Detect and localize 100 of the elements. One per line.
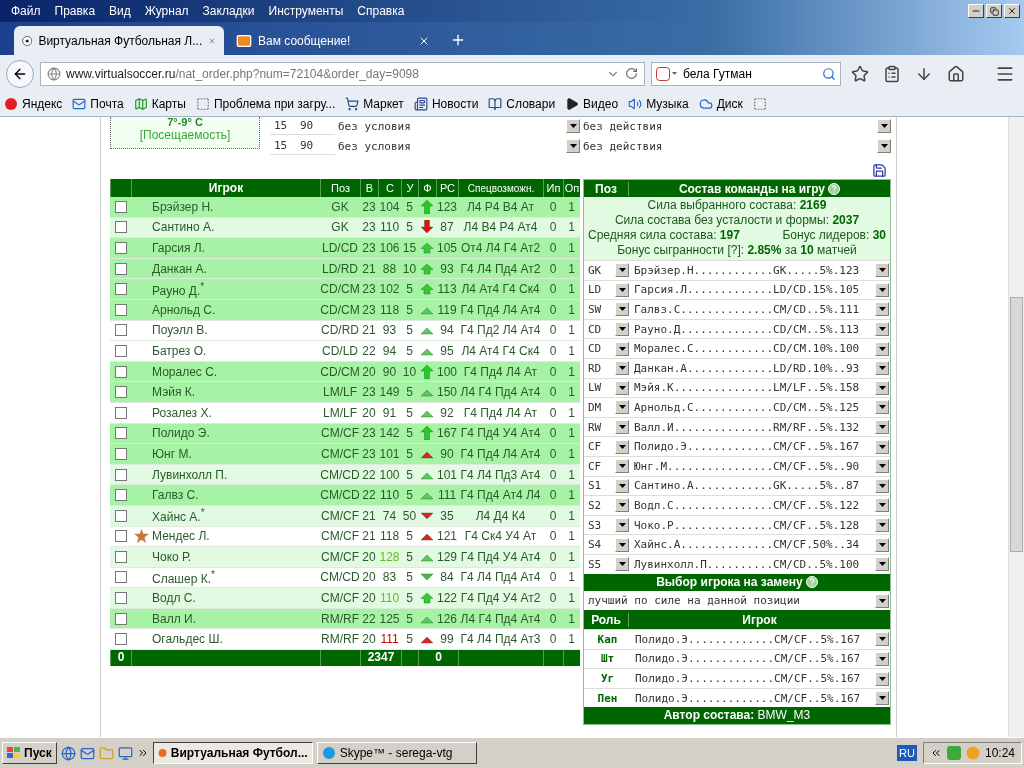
position-select[interactable]: S5: [585, 555, 629, 574]
player-select[interactable]: Сантино.А............GK.....5%..87: [631, 476, 889, 495]
checkbox[interactable]: [114, 447, 127, 460]
condition-select[interactable]: без условия: [335, 137, 580, 155]
player-row[interactable]: Брэйзер Н. GK 23 104 5 123 Л4 Р4 В4 Ат 0 1: [110, 197, 580, 218]
position-select[interactable]: DM: [585, 398, 629, 417]
position-select[interactable]: S1: [585, 476, 629, 495]
player-select[interactable]: Хайнс.А..............CM/CF.50%..34: [631, 535, 889, 554]
position-select[interactable]: SW: [585, 300, 629, 319]
position-select[interactable]: S3: [585, 516, 629, 534]
player-row[interactable]: Сантино А. GK 23 110 5 87 Л4 В4 Р4 Ат4 0 1: [110, 217, 580, 239]
bookmark-link[interactable]: Почта: [72, 97, 124, 111]
player-row[interactable]: Рауно Д.$^{*}$ CD/CM 23 102 5 113 Л4 Ат4 Г4 Ск4 0 1: [110, 279, 580, 300]
bookmark-link[interactable]: Проблема при загру...: [195, 97, 336, 111]
player-name[interactable]: Юнг М.: [152, 446, 320, 461]
new-tab-icon[interactable]: [450, 32, 466, 48]
player-row[interactable]: Мендес Л. CM/CF 21 118 5 121 Г4 Ск4 У4 Ат 0 1: [110, 526, 580, 548]
player-select[interactable]: Полидо.Э.............CM/CF..5%.167: [632, 669, 889, 688]
checkbox[interactable]: [114, 283, 127, 296]
checkbox[interactable]: [114, 406, 127, 419]
player-select[interactable]: Арнольд.С............CD/CM..5%.125: [631, 398, 889, 417]
checkbox[interactable]: [114, 550, 127, 563]
bookmark-link[interactable]: Словари: [488, 97, 556, 111]
dashed-square-icon[interactable]: [752, 97, 767, 111]
checkbox[interactable]: [114, 612, 127, 625]
reload-icon[interactable]: [625, 67, 638, 80]
player-select[interactable]: Мэйя.К...............LM/LF..5%.158: [631, 378, 889, 397]
player-select[interactable]: Данкан.А.............LD/RD.10%..93: [631, 359, 889, 378]
player-row[interactable]: Юнг М. CM/CF 23 101 5 90 Г4 Пд4 Л4 Ат4 0 1: [110, 444, 580, 465]
player-name[interactable]: Водл С.: [152, 591, 320, 606]
player-select[interactable]: Чоко.Р...............CM/CF..5%.128: [631, 516, 889, 534]
player-select[interactable]: Моралес.С............CD/CM.10%.100: [631, 339, 889, 358]
minimize-button[interactable]: [968, 4, 984, 18]
action-select[interactable]: без действия: [580, 117, 891, 135]
player-select[interactable]: Лувинхолл.П..........CM/CD..5%.100: [631, 555, 889, 574]
bookmark-link[interactable]: Маркет: [345, 97, 404, 111]
checkbox[interactable]: [114, 571, 127, 584]
player-row[interactable]: Моралес С. CD/CM 20 90 10 100 Г4 Пд4 Л4 Ат 0 1: [110, 361, 580, 383]
player-row[interactable]: Водл С. CM/CF 20 110 5 122 Г4 Пд4 У4 Ат2 0 1: [110, 588, 580, 609]
checkbox[interactable]: [114, 200, 127, 213]
substitution-select[interactable]: лучший по силе на данной позиции: [585, 591, 889, 611]
player-name[interactable]: Рауно Д.$^{*}$: [152, 280, 320, 298]
player-name[interactable]: Розалез Х.: [152, 405, 320, 420]
player-name[interactable]: Слашер К.$^{*}$: [152, 569, 320, 586]
bookmark-link[interactable]: Яндекс: [4, 97, 63, 111]
help-icon[interactable]: [828, 182, 841, 195]
scrollbar[interactable]: [1008, 117, 1024, 737]
player-name[interactable]: Валл И.: [152, 611, 320, 626]
player-name[interactable]: Гарсия Л.: [152, 241, 320, 255]
player-name[interactable]: Мендес Л.: [152, 529, 320, 544]
bookmark-link[interactable]: Новости: [413, 97, 479, 111]
scroll-thumb[interactable]: [1010, 297, 1023, 552]
player-row[interactable]: Галвз С. CM/CD 22 110 5 111 Г4 Пд4 Ат4 Л4 0 1: [110, 485, 580, 506]
checkbox[interactable]: [114, 509, 127, 522]
condition-select[interactable]: без условия: [335, 117, 580, 135]
taskbar-button[interactable]: Виртуальная Футбол...: [152, 742, 313, 764]
checkbox[interactable]: [114, 386, 127, 399]
player-row[interactable]: Арнольд С. CD/CM 23 118 5 119 Г4 Пд4 Л4 Ат4 0 1: [110, 299, 580, 321]
position-select[interactable]: CF: [585, 437, 629, 456]
checkbox[interactable]: [114, 633, 127, 646]
browser-tab[interactable]: Вам сообщение!: [228, 26, 438, 55]
checkbox[interactable]: [114, 530, 127, 543]
player-row[interactable]: Хайнс А.$^{*}$ CM/CF 21 74 50 35 Л4 Д4 К4 0 1: [110, 505, 580, 527]
checkbox[interactable]: [114, 242, 127, 254]
browser-icon[interactable]: [60, 745, 76, 761]
player-name[interactable]: Сантино А.: [152, 220, 320, 235]
player-name[interactable]: Лувинхолл П.: [152, 467, 320, 482]
position-select[interactable]: GK: [585, 261, 629, 280]
player-name[interactable]: Данкан А.: [152, 261, 320, 276]
desktop-icon[interactable]: [117, 745, 133, 761]
help-icon[interactable]: [805, 576, 818, 588]
menu-item[interactable]: Файл: [4, 4, 48, 18]
player-name[interactable]: Полидо Э.: [152, 426, 320, 441]
bookmark-link[interactable]: Музыка: [628, 97, 689, 111]
menu-item[interactable]: Закладки: [195, 4, 262, 18]
checkbox[interactable]: [114, 468, 127, 481]
player-select[interactable]: Валл.И...............RM/RF..5%.132: [631, 418, 889, 437]
player-row[interactable]: Гарсия Л. LD/CD 23 106 15 105 От4 Л4 Г4 Ат2 0 1: [110, 238, 580, 259]
menu-item[interactable]: Вид: [102, 4, 138, 18]
player-name[interactable]: Хайнс А.$^{*}$: [152, 507, 320, 525]
start-button[interactable]: Пуск: [2, 742, 57, 764]
position-select[interactable]: CD: [585, 339, 629, 358]
player-select[interactable]: Полидо.Э.............CM/CF..5%.167: [632, 689, 889, 708]
back-button[interactable]: [6, 59, 34, 88]
bookmark-link[interactable]: Видео: [565, 97, 619, 111]
checkbox[interactable]: [114, 344, 127, 357]
position-select[interactable]: CD: [585, 320, 629, 339]
player-row[interactable]: Валл И. RM/RF 22 125 5 126 Л4 Г4 Пд4 Ат4 0 1: [110, 608, 580, 630]
action-select[interactable]: без действия: [580, 137, 891, 155]
position-select[interactable]: S4: [585, 535, 629, 554]
search-field[interactable]: бела Гутман: [651, 61, 841, 86]
position-select[interactable]: RW: [585, 418, 629, 437]
restore-button[interactable]: [986, 4, 1002, 18]
browser-tab[interactable]: Виртуальная Футбольная Л...: [14, 26, 224, 55]
checkbox[interactable]: [114, 324, 127, 337]
position-select[interactable]: RD: [585, 359, 629, 378]
checkbox[interactable]: [114, 221, 127, 234]
player-select[interactable]: Юнг.М................CM/CF..5%..90: [631, 457, 889, 476]
player-name[interactable]: Брэйзер Н.: [152, 199, 320, 214]
menu-item[interactable]: Журнал: [137, 4, 196, 18]
